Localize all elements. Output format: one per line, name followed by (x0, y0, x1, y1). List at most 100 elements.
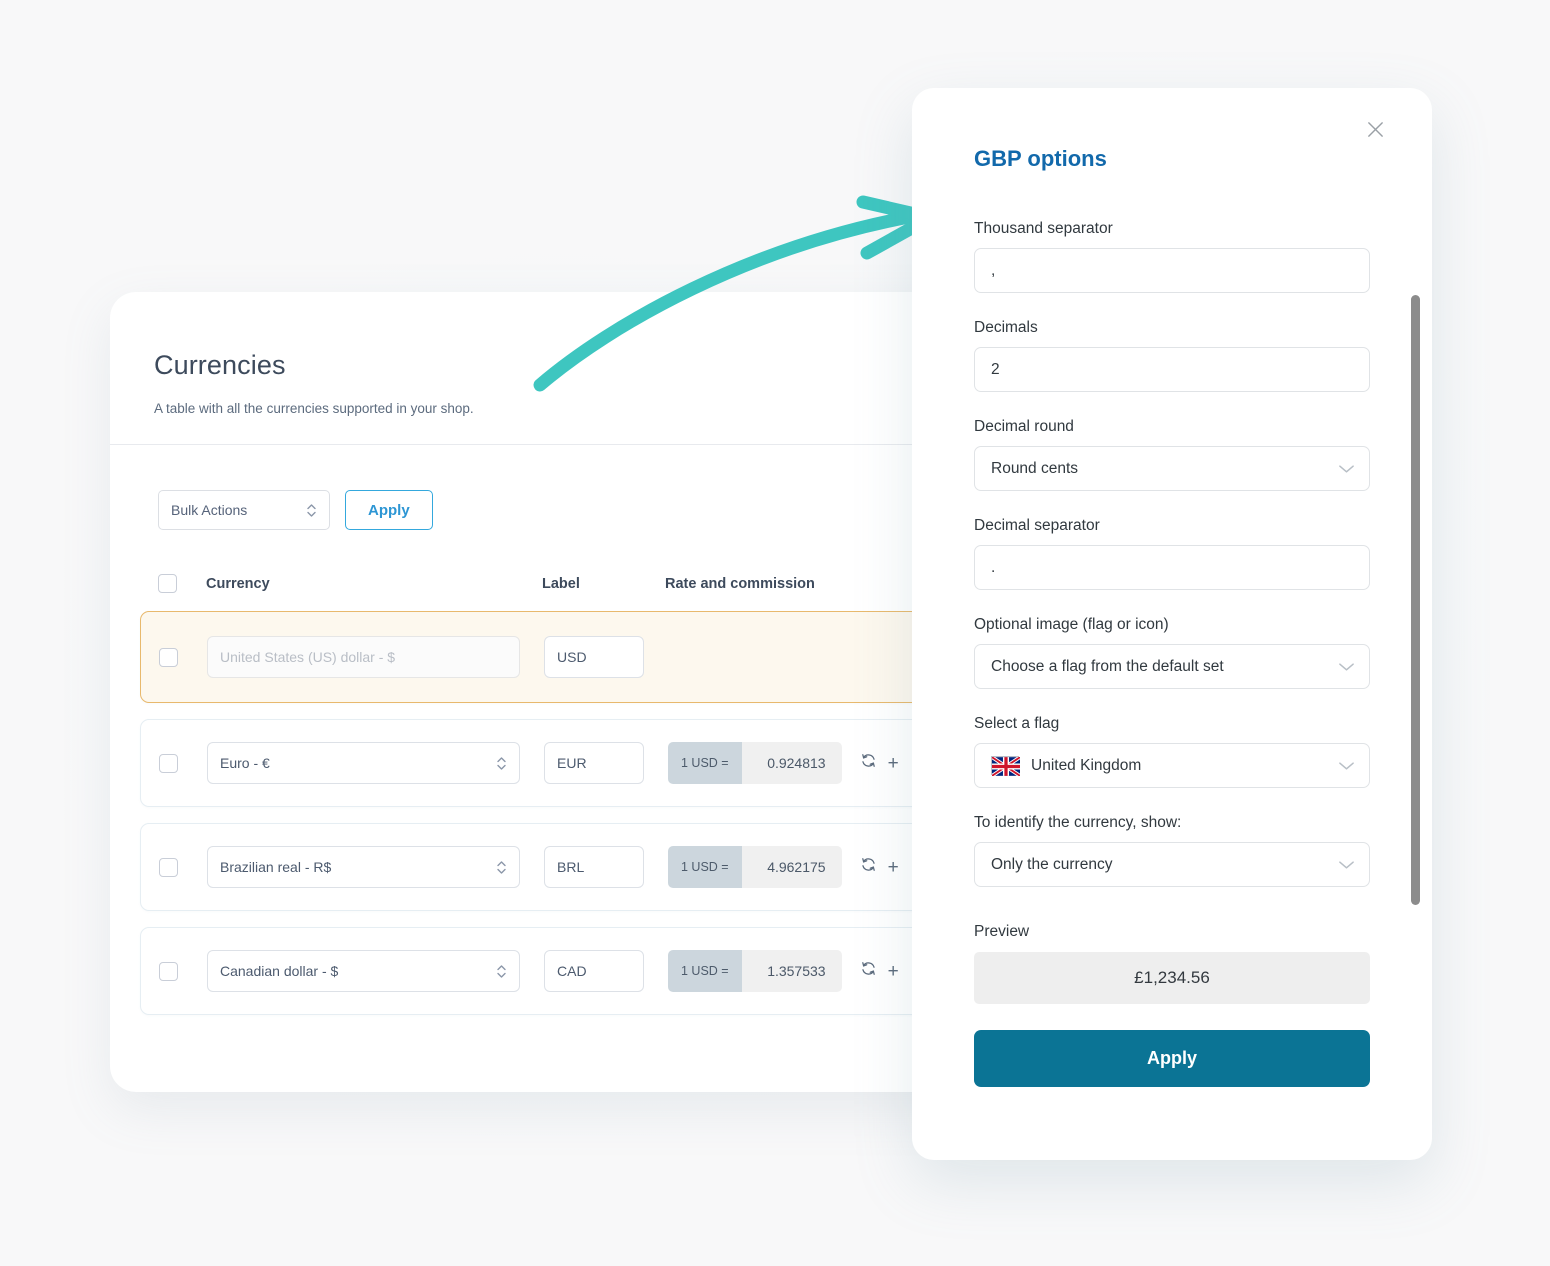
label-value: BRL (557, 859, 585, 875)
table-header: Currency Label Rate and commission (110, 530, 1015, 593)
field-decimal-round: Decimal round Round cents (974, 418, 1370, 491)
row-checkbox-cell (159, 647, 207, 667)
table-row: Euro - € EUR 1 USD = 0.924813 + (140, 719, 1015, 807)
modal-scrollbar-track[interactable] (1411, 295, 1420, 915)
currency-value: Euro - € (220, 755, 270, 771)
bulk-apply-button[interactable]: Apply (345, 490, 433, 530)
row-checkbox[interactable] (159, 857, 178, 877)
chevron-down-icon (1338, 758, 1355, 774)
select-flag-select[interactable]: United Kingdom (974, 743, 1370, 788)
row-checkbox[interactable] (159, 647, 178, 667)
field-identify-currency: To identify the currency, show: Only the… (974, 814, 1370, 887)
chevron-down-icon (1338, 461, 1355, 477)
table-row: Canadian dollar - $ CAD 1 USD = 1.357533 (140, 927, 1015, 1015)
decimals-input[interactable]: 2 (974, 347, 1370, 392)
currency-select[interactable]: Euro - € (207, 742, 520, 784)
row-checkbox[interactable] (159, 961, 178, 981)
modal-apply-button[interactable]: Apply (974, 1030, 1370, 1087)
currency-select[interactable]: Brazilian real - R$ (207, 846, 520, 888)
field-select-flag: Select a flag United Kingdom (974, 715, 1370, 788)
label-value: CAD (557, 963, 587, 979)
refresh-icon[interactable] (860, 960, 877, 982)
label-input[interactable]: BRL (544, 846, 644, 888)
table-row: United States (US) dollar - $ USD (140, 611, 1015, 703)
decimal-separator-input[interactable]: . (974, 545, 1370, 590)
plus-icon[interactable]: + (888, 962, 899, 981)
select-flag-label: Select a flag (974, 715, 1060, 732)
label-input[interactable]: USD (544, 636, 644, 678)
decimal-round-select[interactable]: Round cents (974, 446, 1370, 491)
plus-icon[interactable]: + (888, 858, 899, 877)
stepper-icon (496, 859, 507, 876)
field-optional-image: Optional image (flag or icon) Choose a f… (974, 616, 1370, 689)
bulk-actions-select[interactable]: Bulk Actions (158, 490, 330, 530)
field-decimals: Decimals 2 (974, 319, 1370, 392)
bulk-actions-label: Bulk Actions (171, 502, 248, 518)
united-kingdom-flag-icon (990, 755, 1022, 778)
select-all-checkbox[interactable] (158, 574, 177, 593)
stepper-icon (306, 502, 317, 519)
decimal-round-value: Round cents (991, 459, 1079, 477)
page-title: Currencies (154, 350, 286, 380)
select-flag-value: United Kingdom (1031, 756, 1142, 774)
refresh-icon[interactable] (860, 856, 877, 878)
card-header: Currencies A table with all the currenci… (110, 292, 1015, 416)
label-input[interactable]: CAD (544, 950, 644, 992)
select-all-checkbox-cell (158, 574, 206, 593)
refresh-icon[interactable] (860, 752, 877, 774)
close-icon[interactable] (1362, 116, 1388, 142)
table-rows: United States (US) dollar - $ USD Euro -… (110, 593, 1015, 1015)
rate-value[interactable]: 4.962175 (741, 846, 842, 888)
currency-select[interactable]: Canadian dollar - $ (207, 950, 520, 992)
preview-label: Preview (974, 923, 1030, 940)
modal-scrollbar-thumb[interactable] (1411, 295, 1420, 905)
stepper-icon (496, 963, 507, 980)
gbp-options-modal: GBP options Thousand separator , Decimal… (912, 88, 1432, 1160)
thousand-separator-input[interactable]: , (974, 248, 1370, 293)
preview-value: £1,234.56 (974, 952, 1370, 1004)
label-input[interactable]: EUR (544, 742, 644, 784)
rate-value[interactable]: 0.924813 (741, 742, 842, 784)
bulk-actions-toolbar: Bulk Actions Apply (110, 445, 1015, 530)
rate-group: 1 USD = 0.924813 (668, 742, 842, 784)
currency-select: United States (US) dollar - $ (207, 636, 520, 678)
row-actions: + (860, 856, 899, 878)
decimal-round-label: Decimal round (974, 418, 1074, 435)
identify-currency-select[interactable]: Only the currency (974, 842, 1370, 887)
optional-image-select[interactable]: Choose a flag from the default set (974, 644, 1370, 689)
preview-section: Preview £1,234.56 (974, 923, 1370, 1004)
label-value: USD (557, 649, 587, 665)
table-row: Brazilian real - R$ BRL 1 USD = 4.962175 (140, 823, 1015, 911)
optional-image-label: Optional image (flag or icon) (974, 616, 1169, 633)
chevron-down-icon (1338, 857, 1355, 873)
thousand-separator-label: Thousand separator (974, 220, 1113, 237)
row-actions: + (860, 960, 899, 982)
row-checkbox-cell (159, 753, 207, 773)
modal-body: Thousand separator , Decimals 2 Decimal … (912, 194, 1432, 1160)
field-decimal-separator: Decimal separator . (974, 517, 1370, 590)
page-subtitle: A table with all the currencies supporte… (154, 401, 474, 416)
select-flag-value-row: United Kingdom (990, 755, 1142, 778)
decimals-label: Decimals (974, 319, 1038, 336)
stepper-icon (496, 755, 507, 772)
currencies-card: Currencies A table with all the currenci… (110, 292, 1015, 1092)
plus-icon[interactable]: + (888, 754, 899, 773)
row-checkbox[interactable] (159, 753, 178, 773)
field-thousand-separator: Thousand separator , (974, 220, 1370, 293)
rate-prefix: 1 USD = (668, 846, 742, 888)
currency-value: United States (US) dollar - $ (220, 649, 396, 665)
identify-currency-label: To identify the currency, show: (974, 814, 1182, 831)
rate-value[interactable]: 1.357533 (741, 950, 842, 992)
optional-image-value: Choose a flag from the default set (991, 657, 1224, 675)
row-actions: + (860, 752, 899, 774)
rate-prefix: 1 USD = (668, 950, 742, 992)
chevron-down-icon (1338, 659, 1355, 675)
rate-prefix: 1 USD = (668, 742, 742, 784)
column-header-currency: Currency (206, 575, 270, 592)
currency-value: Canadian dollar - $ (220, 963, 339, 979)
rate-group: 1 USD = 4.962175 (668, 846, 842, 888)
identify-currency-value: Only the currency (991, 855, 1113, 873)
row-checkbox-cell (159, 857, 207, 877)
label-value: EUR (557, 755, 587, 771)
column-header-rate: Rate and commission (665, 575, 815, 592)
